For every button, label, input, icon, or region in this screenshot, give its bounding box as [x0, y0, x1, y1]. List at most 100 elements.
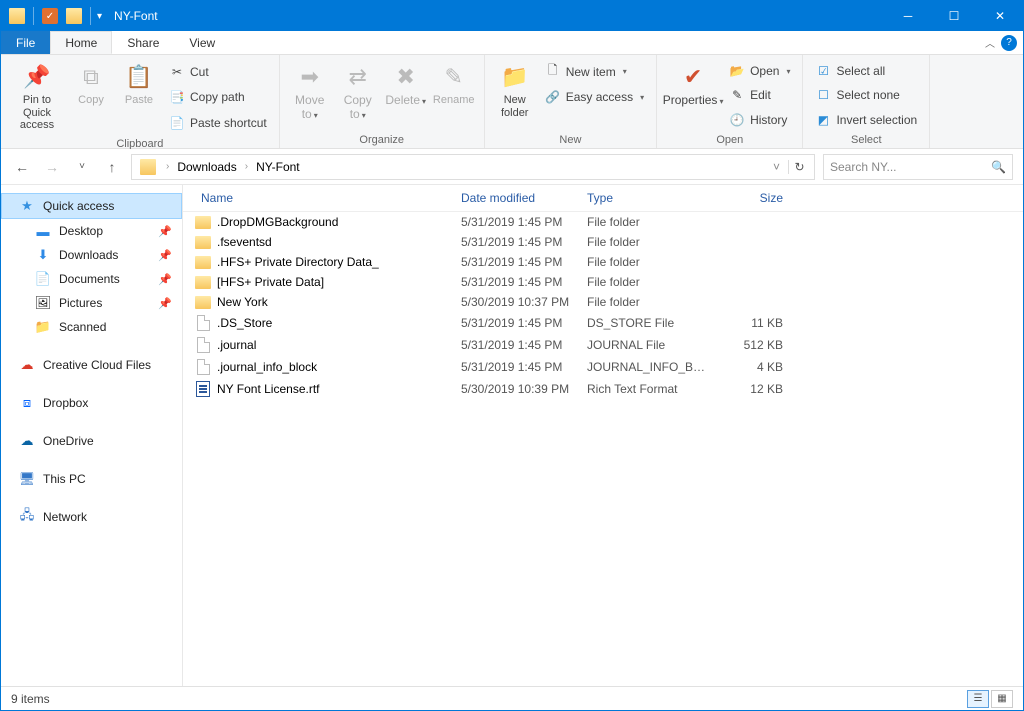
qat-folder-icon[interactable] — [66, 8, 82, 24]
file-list: Name Date modified Type Size .DropDMGBac… — [183, 185, 1023, 686]
navbar: ← → ˅ ↑ › Downloads › NY-Font ˅ ↻ Search… — [1, 149, 1023, 185]
minimize-button[interactable]: ─ — [885, 1, 931, 31]
file-row[interactable]: NY Font License.rtf5/30/2019 10:39 PMRic… — [183, 378, 1023, 400]
breadcrumb[interactable]: › Downloads › NY-Font ˅ ↻ — [131, 154, 815, 180]
tab-view[interactable]: View — [174, 31, 230, 54]
select-all-button[interactable]: ☑Select all — [809, 61, 923, 81]
sidebar-item-this-pc[interactable]: 🖥This PC — [1, 467, 182, 491]
copy-button[interactable]: ⧉ Copy — [67, 59, 115, 136]
file-row[interactable]: .DS_Store5/31/2019 1:45 PMDS_STORE File1… — [183, 312, 1023, 334]
view-large-icons-button[interactable]: ▦ — [991, 690, 1013, 708]
file-date: 5/31/2019 1:45 PM — [461, 215, 587, 229]
view-details-button[interactable]: ☰ — [967, 690, 989, 708]
file-type: JOURNAL_INFO_BL... — [587, 360, 709, 374]
properties-button[interactable]: ✔ Properties▾ — [663, 59, 723, 132]
file-row[interactable]: .fseventsd5/31/2019 1:45 PMFile folder — [183, 232, 1023, 252]
history-button[interactable]: 🕘History — [723, 110, 796, 130]
qat-properties-icon[interactable]: ✓ — [42, 8, 58, 24]
group-label: Clipboard — [7, 136, 273, 150]
open-button[interactable]: 📂Open▾ — [723, 61, 796, 81]
search-placeholder: Search NY... — [830, 160, 896, 174]
sidebar-item-network[interactable]: 🖧Network — [1, 505, 182, 529]
tab-share[interactable]: Share — [112, 31, 174, 54]
col-size-header[interactable]: Size — [709, 191, 783, 205]
sidebar-item-documents[interactable]: 📄Documents📌 — [1, 267, 182, 291]
sidebar-item-scanned[interactable]: 📁Scanned — [1, 315, 182, 339]
invert-selection-button[interactable]: ◩Invert selection — [809, 110, 923, 130]
file-icon — [197, 337, 210, 353]
search-icon: 🔍 — [991, 160, 1006, 174]
file-row[interactable]: .journal_info_block5/31/2019 1:45 PMJOUR… — [183, 356, 1023, 378]
file-row[interactable]: [HFS+ Private Data]5/31/2019 1:45 PMFile… — [183, 272, 1023, 292]
file-date: 5/30/2019 10:37 PM — [461, 295, 587, 309]
file-icon — [197, 359, 210, 375]
paste-shortcut-button[interactable]: 📄Paste shortcut — [163, 113, 273, 133]
delete-button[interactable]: ✖ Delete▾ — [382, 59, 430, 132]
help-icon[interactable]: ? — [1001, 35, 1017, 51]
file-row[interactable]: .HFS+ Private Directory Data_5/31/2019 1… — [183, 252, 1023, 272]
file-row[interactable]: New York5/30/2019 10:37 PMFile folder — [183, 292, 1023, 312]
forward-button[interactable]: → — [41, 153, 63, 181]
group-open: ✔ Properties▾ 📂Open▾ ✎Edit 🕘History Open — [657, 55, 803, 148]
sidebar-item-desktop[interactable]: ▬Desktop📌 — [1, 219, 182, 243]
folder-icon — [195, 296, 211, 309]
close-button[interactable]: ✕ — [977, 1, 1023, 31]
move-to-button[interactable]: ➡ Move to▾ — [286, 59, 334, 132]
pin-to-quick-access-button[interactable]: 📌 Pin to Quick access — [7, 59, 67, 136]
titlebar: ✓ ▾ NY-Font ─ ☐ ✕ — [1, 1, 1023, 31]
sidebar-item-downloads[interactable]: ⬇Downloads📌 — [1, 243, 182, 267]
breadcrumb-seg-nyfont[interactable]: NY-Font — [254, 160, 302, 174]
chevron-right-icon[interactable]: › — [241, 161, 252, 172]
file-size: 11 KB — [709, 316, 783, 330]
chevron-right-icon[interactable]: › — [162, 161, 173, 172]
file-name: .journal — [213, 338, 461, 352]
sidebar-item-dropbox[interactable]: ⧈Dropbox — [1, 391, 182, 415]
rtf-file-icon — [196, 381, 210, 397]
pin-icon: 📌 — [158, 297, 172, 310]
breadcrumb-seg-downloads[interactable]: Downloads — [175, 160, 238, 174]
search-input[interactable]: Search NY... 🔍 — [823, 154, 1013, 180]
file-row[interactable]: .DropDMGBackground5/31/2019 1:45 PMFile … — [183, 212, 1023, 232]
col-type-header[interactable]: Type — [587, 191, 709, 205]
cut-button[interactable]: ✂Cut — [163, 62, 273, 82]
tab-home[interactable]: Home — [50, 31, 112, 54]
maximize-button[interactable]: ☐ — [931, 1, 977, 31]
easy-access-button[interactable]: 🔗Easy access▾ — [539, 87, 650, 107]
tab-file[interactable]: File — [1, 31, 50, 54]
rename-button[interactable]: ✎ Rename — [430, 59, 478, 132]
file-name: New York — [213, 295, 461, 309]
sidebar-item-quick-access[interactable]: ★Quick access — [1, 193, 182, 219]
paste-icon: 📋 — [123, 63, 155, 91]
group-select: ☑Select all ☐Select none ◩Invert selecti… — [803, 55, 930, 148]
copy-path-button[interactable]: 📑Copy path — [163, 87, 273, 107]
file-type: File folder — [587, 255, 709, 269]
paste-button[interactable]: 📋 Paste — [115, 59, 163, 136]
new-item-button[interactable]: 🗋New item▾ — [539, 62, 650, 82]
file-name: [HFS+ Private Data] — [213, 275, 461, 289]
collapse-ribbon-icon[interactable]: ︿ — [985, 35, 995, 50]
group-label: New — [491, 132, 650, 146]
copy-to-button[interactable]: ⇄ Copy to▾ — [334, 59, 382, 132]
col-date-header[interactable]: Date modified — [461, 191, 587, 205]
edit-button[interactable]: ✎Edit — [723, 85, 796, 105]
qat-dropdown-icon[interactable]: ▾ — [97, 11, 102, 22]
sidebar-item-onedrive[interactable]: ☁OneDrive — [1, 429, 182, 453]
desktop-icon: ▬ — [35, 223, 51, 239]
new-folder-button[interactable]: 📁 New folder — [491, 59, 539, 132]
window-title: NY-Font — [114, 9, 158, 23]
sidebar-item-pictures[interactable]: 🖼Pictures📌 — [1, 291, 182, 315]
file-row[interactable]: .journal5/31/2019 1:45 PMJOURNAL File512… — [183, 334, 1023, 356]
recent-dropdown[interactable]: ˅ — [71, 153, 93, 181]
col-name-header[interactable]: Name — [193, 191, 461, 205]
select-none-button[interactable]: ☐Select none — [809, 85, 923, 105]
group-label: Organize — [286, 132, 478, 146]
folder-icon — [195, 256, 211, 269]
refresh-button[interactable]: ↻ — [788, 160, 810, 174]
sidebar-item-creative-cloud[interactable]: ☁Creative Cloud Files — [1, 353, 182, 377]
back-button[interactable]: ← — [11, 153, 33, 181]
folder-icon[interactable] — [9, 8, 25, 24]
open-icon: 📂 — [729, 63, 745, 79]
file-type: DS_STORE File — [587, 316, 709, 330]
breadcrumb-dropdown[interactable]: ˅ — [767, 160, 786, 174]
up-button[interactable]: ↑ — [101, 153, 123, 181]
